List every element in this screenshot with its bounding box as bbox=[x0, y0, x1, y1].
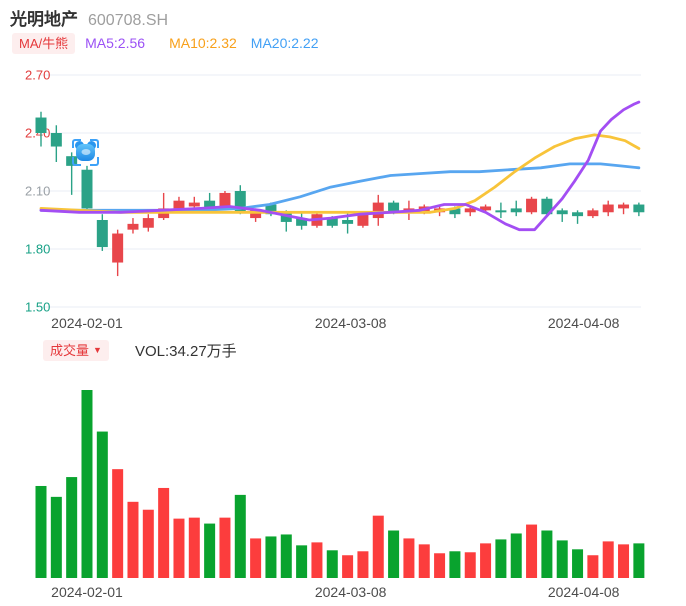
candle-body bbox=[572, 212, 584, 217]
candle-body bbox=[81, 169, 93, 209]
candle-body bbox=[587, 210, 599, 217]
date-axis-label: 2024-02-01 bbox=[51, 315, 123, 331]
volume-chart-svg[interactable]: 2024-02-01 2024-03-08 2024-04-08 bbox=[0, 360, 686, 606]
volume-bar bbox=[510, 533, 522, 578]
chevron-down-icon: ▼ bbox=[93, 345, 102, 355]
date-axis-label: 2024-03-08 bbox=[315, 315, 387, 331]
volume-bar bbox=[388, 530, 400, 578]
volume-bar bbox=[418, 544, 430, 578]
legend-ma20[interactable]: MA20:2.22 bbox=[251, 35, 319, 51]
candle-body bbox=[35, 117, 47, 133]
candle-body bbox=[633, 204, 645, 213]
stock-code: 600708.SH bbox=[88, 12, 169, 29]
volume-bar bbox=[449, 551, 461, 578]
volume-bar bbox=[572, 549, 584, 578]
date-axis-label: 2024-03-08 bbox=[315, 584, 387, 600]
candle-body bbox=[372, 202, 384, 219]
volume-bar bbox=[234, 494, 246, 578]
volume-bar bbox=[173, 518, 185, 578]
bear-icon bbox=[76, 144, 95, 161]
candle-body bbox=[50, 133, 62, 147]
volume-bar bbox=[96, 431, 108, 578]
volume-bar bbox=[296, 545, 308, 578]
volume-bar bbox=[112, 469, 124, 578]
volume-bar bbox=[50, 496, 62, 578]
candle-body bbox=[96, 220, 108, 248]
volume-bar bbox=[434, 553, 446, 578]
volume-bar bbox=[81, 390, 93, 578]
candle-body bbox=[219, 192, 231, 207]
volume-bar bbox=[357, 551, 369, 578]
candle-body bbox=[618, 204, 630, 209]
volume-bar bbox=[464, 552, 476, 578]
candle-body bbox=[556, 210, 568, 215]
volume-bar bbox=[280, 534, 292, 578]
price-chart-svg[interactable]: 2.702.402.101.801.502024-02-012024-03-08… bbox=[0, 60, 686, 336]
volume-bar bbox=[342, 555, 354, 578]
volume-bar bbox=[188, 517, 200, 578]
volume-bar bbox=[204, 523, 216, 578]
volume-bar bbox=[372, 515, 384, 578]
volume-bar bbox=[556, 540, 568, 578]
volume-bar bbox=[602, 541, 614, 578]
volume-bar bbox=[480, 543, 492, 578]
stock-name: 光明地产 bbox=[10, 10, 78, 29]
candle-body bbox=[112, 233, 124, 263]
candle-body bbox=[357, 214, 369, 226]
volume-bar bbox=[66, 477, 78, 578]
price-axis-label: 1.80 bbox=[25, 242, 50, 257]
volume-bar bbox=[219, 517, 231, 578]
price-axis-label: 1.50 bbox=[25, 300, 50, 315]
candle-body bbox=[188, 202, 200, 207]
volume-bar bbox=[158, 487, 170, 578]
volume-bar bbox=[250, 538, 262, 578]
volume-bar bbox=[587, 555, 599, 578]
candle-body bbox=[526, 198, 538, 213]
stock-chart-app: 光明地产 600708.SH MA/牛熊 MA5:2.56 MA10:2.32 … bbox=[0, 0, 686, 606]
volume-badge-label: 成交量 bbox=[50, 343, 90, 358]
candle-body bbox=[127, 223, 139, 230]
volume-bar bbox=[265, 536, 277, 578]
legend-ma5[interactable]: MA5:2.56 bbox=[85, 35, 145, 51]
volume-value-label: VOL:34.27万手 bbox=[134, 343, 237, 360]
legend-ma10[interactable]: MA10:2.32 bbox=[169, 35, 237, 51]
volume-bar bbox=[142, 509, 154, 578]
volume-header: 成交量 ▼ VOL:34.27万手 bbox=[43, 340, 237, 361]
volume-bar bbox=[633, 543, 645, 578]
bear-icon bbox=[81, 149, 90, 155]
bear-bull-marker-icon[interactable] bbox=[72, 139, 99, 166]
date-axis-label: 2024-02-01 bbox=[51, 584, 123, 600]
volume-bar bbox=[541, 530, 553, 578]
title-row: 光明地产 600708.SH bbox=[10, 5, 168, 30]
volume-bar bbox=[35, 485, 47, 578]
ma-indicator-badge[interactable]: MA/牛熊 bbox=[12, 32, 76, 54]
volume-bar bbox=[311, 542, 323, 578]
volume-bar bbox=[403, 538, 415, 578]
volume-bar bbox=[618, 544, 630, 578]
volume-type-badge[interactable]: 成交量 ▼ bbox=[43, 340, 109, 361]
price-axis-label: 2.70 bbox=[25, 68, 50, 83]
price-axis-label: 2.10 bbox=[25, 184, 50, 199]
candle-body bbox=[142, 218, 154, 228]
date-axis-label: 2024-04-08 bbox=[548, 315, 620, 331]
candle-body bbox=[510, 208, 522, 213]
volume-bar bbox=[526, 524, 538, 578]
candle-body bbox=[495, 210, 507, 213]
volume-bar bbox=[326, 550, 338, 578]
volume-bar bbox=[127, 501, 139, 578]
date-axis-label: 2024-04-08 bbox=[548, 584, 620, 600]
candle-body bbox=[173, 200, 185, 209]
ma-legend: MA/牛熊 MA5:2.56 MA10:2.32 MA20:2.22 bbox=[12, 32, 319, 54]
candle-body bbox=[342, 220, 354, 224]
volume-bar bbox=[495, 539, 507, 578]
candle-body bbox=[602, 204, 614, 213]
